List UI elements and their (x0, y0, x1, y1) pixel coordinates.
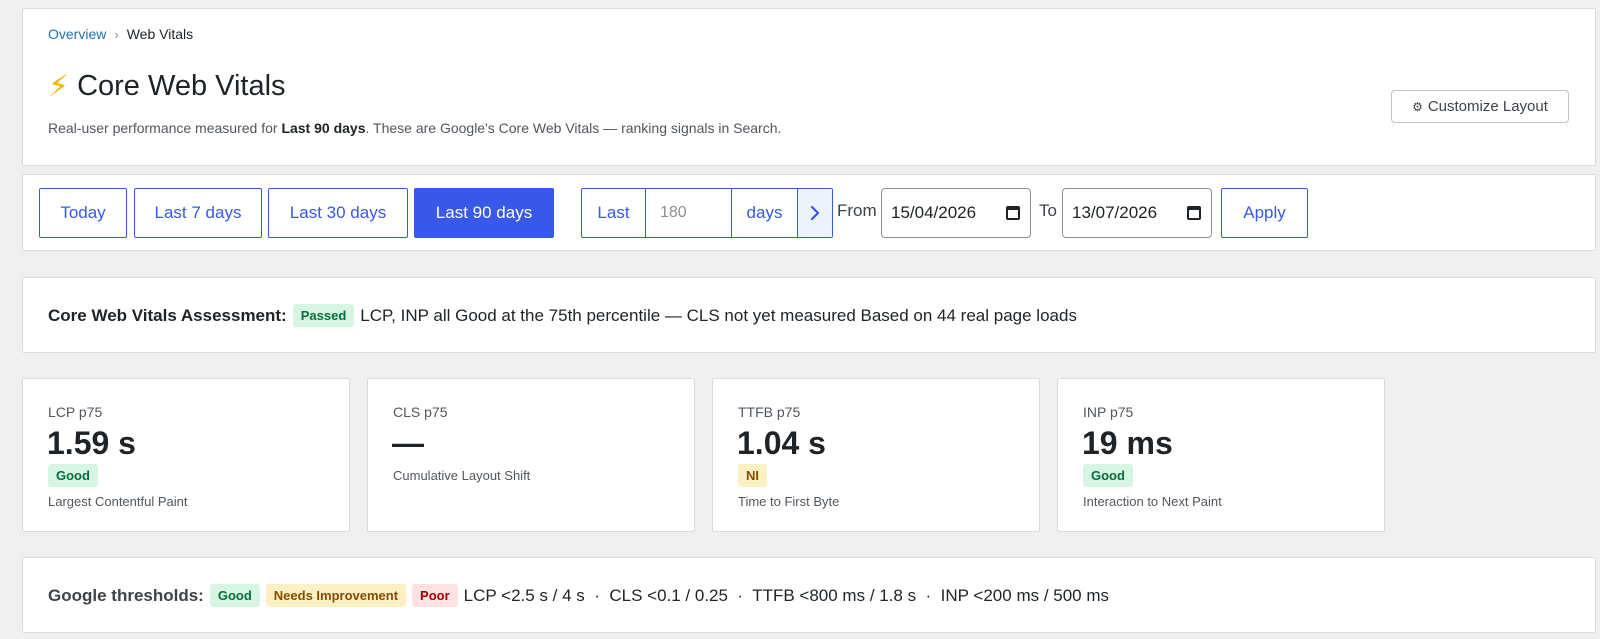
custom-range-group: Last 180 days (581, 188, 833, 238)
custom-range-prefix: Last (582, 189, 646, 237)
page-title: ⚡ Core Web Vitals (48, 69, 286, 104)
calendar-icon[interactable] (1187, 206, 1201, 220)
to-date-input[interactable]: 13/07/2026 (1062, 188, 1212, 238)
page-subtitle: Real-user performance measured for Last … (48, 120, 781, 136)
calendar-icon[interactable] (1006, 206, 1020, 220)
metric-status-badge: Good (1083, 464, 1133, 487)
legend-needs-improvement-badge: Needs Improvement (265, 584, 407, 607)
legend-good-badge: Good (209, 584, 260, 607)
metric-status-badge: NI (738, 464, 767, 487)
breadcrumb: Overview › Web Vitals (48, 26, 193, 42)
metric-value: 1.04 s (737, 425, 826, 461)
thresholds-heading: Google thresholds: (48, 585, 204, 605)
metric-label: TTFB p75 (738, 404, 801, 420)
apply-button[interactable]: Apply (1221, 188, 1308, 238)
lightning-bolt-icon: ⚡ (48, 70, 70, 103)
metric-card-lcp: LCP p75 1.59 s Good Largest Contentful P… (22, 378, 350, 532)
breadcrumb-separator: › (114, 26, 119, 42)
assessment-text: LCP, INP all Good at the 75th percentile… (360, 305, 1077, 325)
metric-card-ttfb: TTFB p75 1.04 s NI Time to First Byte (712, 378, 1040, 532)
range-7-days-button[interactable]: Last 7 days (134, 188, 262, 238)
custom-range-go-button[interactable] (798, 189, 832, 237)
metric-card-inp: INP p75 19 ms Good Interaction to Next P… (1057, 378, 1385, 532)
to-label: To (1039, 201, 1057, 220)
range-today-button[interactable]: Today (39, 188, 127, 238)
range-30-days-button[interactable]: Last 30 days (268, 188, 408, 238)
metric-label: LCP p75 (48, 404, 103, 420)
customize-layout-label: Customize Layout (1427, 98, 1548, 115)
assessment-heading: Core Web Vitals Assessment: (48, 305, 287, 325)
customize-layout-button[interactable]: ⚙ Customize Layout (1391, 90, 1569, 123)
metric-value: 19 ms (1082, 425, 1173, 461)
metric-value: — (392, 425, 424, 461)
from-date-value: 15/04/2026 (891, 203, 977, 222)
from-label: From (837, 201, 877, 220)
from-date-input[interactable]: 15/04/2026 (881, 188, 1031, 238)
range-90-days-button[interactable]: Last 90 days (414, 188, 554, 238)
to-date-value: 13/07/2026 (1072, 203, 1158, 222)
metric-status-badge: Good (48, 464, 98, 487)
thresholds-text: LCP <2.5 s / 4 s · CLS <0.1 / 0.25 · TTF… (463, 585, 1110, 605)
metric-value: 1.59 s (47, 425, 136, 461)
thresholds-panel: Google thresholds: Good Needs Improvemen… (22, 557, 1596, 633)
subtitle-suffix: . These are Google's Core Web Vitals — r… (365, 120, 782, 136)
chevron-right-icon (810, 205, 820, 221)
metric-description: Interaction to Next Paint (1083, 494, 1222, 509)
breadcrumb-overview-link[interactable]: Overview (48, 26, 106, 42)
date-filter-bar: Today Last 7 days Last 30 days Last 90 d… (22, 174, 1596, 251)
custom-range-unit: days (732, 189, 798, 237)
assessment-panel: Core Web Vitals Assessment: Passed LCP, … (22, 277, 1596, 353)
metric-label: INP p75 (1083, 404, 1134, 420)
page-header: Overview › Web Vitals ⚡ Core Web Vitals … (22, 8, 1596, 166)
metric-description: Time to First Byte (738, 494, 840, 509)
page-title-text: Core Web Vitals (77, 70, 286, 102)
metric-description: Cumulative Layout Shift (393, 468, 531, 483)
custom-days-input[interactable]: 180 (646, 189, 732, 237)
assessment-status-badge: Passed (292, 304, 355, 327)
gear-icon: ⚙ (1412, 99, 1423, 114)
subtitle-prefix: Real-user performance measured for (48, 120, 282, 136)
thresholds-row: Google thresholds: Good Needs Improvemen… (48, 584, 1109, 607)
assessment-row: Core Web Vitals Assessment: Passed LCP, … (48, 304, 1077, 327)
subtitle-period: Last 90 days (281, 120, 366, 136)
metric-label: CLS p75 (393, 404, 448, 420)
breadcrumb-current: Web Vitals (126, 26, 194, 42)
metric-description: Largest Contentful Paint (48, 494, 188, 509)
metric-card-cls: CLS p75 — Cumulative Layout Shift (367, 378, 695, 532)
legend-poor-badge: Poor (412, 584, 458, 607)
